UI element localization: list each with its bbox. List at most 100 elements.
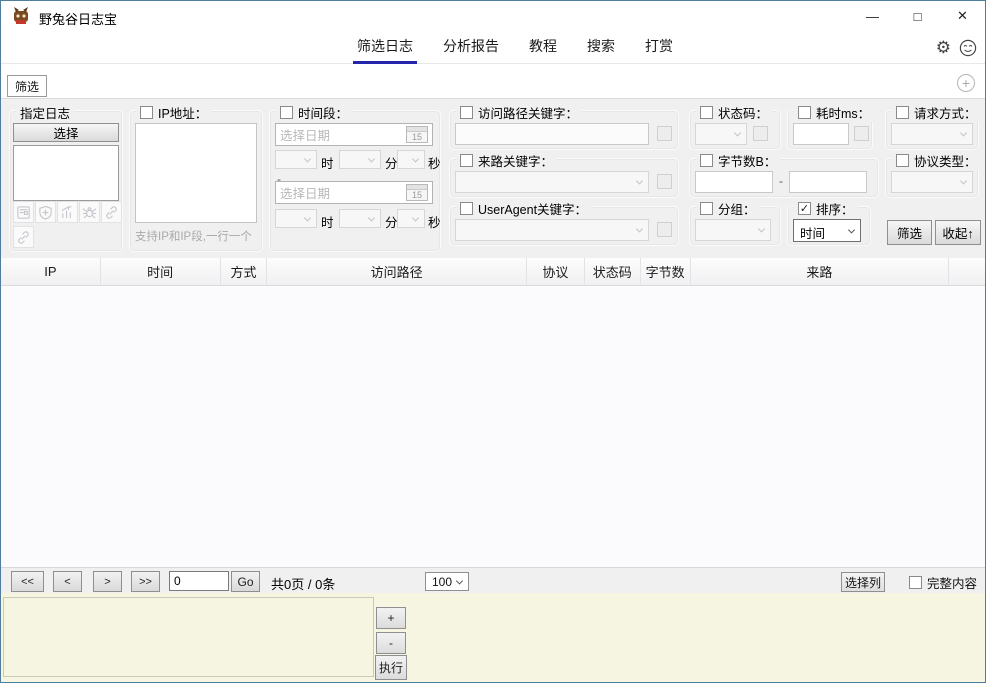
minus-button[interactable]: -: [376, 632, 406, 654]
end-date-placeholder: 选择日期: [280, 183, 406, 202]
link-icon[interactable]: [101, 201, 122, 223]
column-ip[interactable]: IP: [1, 258, 101, 285]
menu-right-icons: ⚙: [936, 31, 977, 64]
column-bytes[interactable]: 字节数: [641, 258, 691, 285]
column-status[interactable]: 状态码: [585, 258, 641, 285]
full-content-toggle: 完整内容: [909, 573, 977, 592]
log-group-label: 指定日志: [20, 103, 70, 122]
referer-keyword-checkbox[interactable]: [460, 154, 473, 167]
status-code-select[interactable]: [695, 123, 747, 145]
ip-textarea[interactable]: [135, 123, 257, 223]
spider-icon[interactable]: [79, 201, 100, 223]
filter-panel: 指定日志 选择 IP地址： 支持IP和IP段,一行一个 时间段： 选择日期: [1, 98, 985, 258]
select-columns-button[interactable]: 选择列: [841, 572, 885, 592]
sort-select[interactable]: 时间: [793, 219, 861, 242]
next-page-button[interactable]: >: [93, 571, 122, 592]
referer-keyword-label: 来路关键字：: [478, 151, 553, 170]
calendar-icon-2[interactable]: 15: [406, 184, 428, 201]
bytes-checkbox[interactable]: [700, 154, 713, 167]
tab-analysis-report[interactable]: 分析报告: [439, 31, 503, 64]
path-keyword-option-button[interactable]: [657, 126, 672, 141]
end-second-select[interactable]: [397, 209, 425, 228]
execute-button[interactable]: 执行: [375, 655, 407, 680]
add-tab-icon[interactable]: +: [957, 74, 975, 92]
menu-bar: 筛选日志 分析报告 教程 搜索 打赏 ⚙: [1, 31, 985, 64]
groupby-checkbox[interactable]: [700, 202, 713, 215]
tab-search[interactable]: 搜索: [583, 31, 619, 64]
protocol-select[interactable]: [891, 171, 973, 193]
title-bar: 野兔谷日志宝 — □ ✕: [1, 1, 985, 31]
ip-checkbox[interactable]: [140, 106, 153, 119]
groupby-select[interactable]: [695, 219, 771, 241]
useragent-keyword-checkbox[interactable]: [460, 202, 473, 215]
page-number-input[interactable]: [169, 571, 229, 591]
page-size-select[interactable]: 100: [425, 572, 469, 591]
bytes-min-input[interactable]: [695, 171, 773, 193]
calendar-icon[interactable]: 15: [406, 126, 428, 143]
method-label: 请求方式：: [914, 103, 977, 122]
start-date-input[interactable]: 选择日期 15: [275, 123, 433, 146]
column-referer[interactable]: 来路: [691, 258, 949, 285]
settings-gear-icon[interactable]: ⚙: [936, 39, 951, 56]
plus-button[interactable]: +: [376, 607, 406, 629]
filter-tab[interactable]: 筛选: [7, 75, 47, 97]
elapsed-option-button[interactable]: [854, 126, 869, 141]
column-time[interactable]: 时间: [101, 258, 221, 285]
page-size-value: 100: [432, 575, 452, 589]
smiley-face-icon[interactable]: [959, 39, 977, 57]
end-date-input[interactable]: 选择日期 15: [275, 181, 433, 204]
start-minute-select[interactable]: [339, 150, 381, 169]
sort-checkbox[interactable]: ✓: [798, 202, 811, 215]
elapsed-input[interactable]: [793, 123, 849, 145]
full-content-checkbox[interactable]: [909, 576, 922, 589]
protocol-label: 协议类型：: [914, 151, 977, 170]
maximize-button[interactable]: □: [895, 1, 940, 31]
bytes-max-input[interactable]: [789, 171, 867, 193]
tab-tutorial[interactable]: 教程: [525, 31, 561, 64]
elapsed-checkbox[interactable]: [798, 106, 811, 119]
app-logo-icon: [11, 6, 31, 26]
hour-label: 时: [321, 153, 334, 172]
method-checkbox[interactable]: [896, 106, 909, 119]
chart-icon[interactable]: [57, 201, 78, 223]
tab-filter-log[interactable]: 筛选日志: [353, 31, 417, 64]
column-method[interactable]: 方式: [221, 258, 268, 285]
status-code-option-button[interactable]: [753, 126, 768, 141]
useragent-keyword-select[interactable]: [455, 219, 649, 241]
path-keyword-checkbox[interactable]: [460, 106, 473, 119]
referer-keyword-select[interactable]: [455, 171, 649, 193]
link2-icon[interactable]: [13, 226, 34, 248]
go-button[interactable]: Go: [231, 571, 260, 592]
start-second-select[interactable]: [397, 150, 425, 169]
shield-plus-icon[interactable]: [35, 201, 56, 223]
bottom-left-pane[interactable]: [3, 597, 374, 677]
protocol-checkbox[interactable]: [896, 154, 909, 167]
close-button[interactable]: ✕: [940, 1, 985, 31]
full-content-label: 完整内容: [927, 573, 977, 592]
log-file-icon[interactable]: [13, 201, 34, 223]
tab-strip: 筛选 +: [1, 64, 985, 98]
tab-donate[interactable]: 打赏: [641, 31, 677, 64]
useragent-keyword-option-button[interactable]: [657, 222, 672, 237]
filter-button[interactable]: 筛选: [887, 220, 932, 245]
method-select[interactable]: [891, 123, 973, 145]
column-path[interactable]: 访问路径: [267, 258, 526, 285]
collapse-button[interactable]: 收起↑: [935, 220, 981, 245]
groupby-label: 分组：: [718, 199, 756, 218]
referer-keyword-option-button[interactable]: [657, 174, 672, 189]
sort-value: 时间: [800, 227, 825, 241]
end-hour-select[interactable]: [275, 209, 317, 228]
select-log-button[interactable]: 选择: [13, 123, 119, 142]
start-hour-select[interactable]: [275, 150, 317, 169]
time-checkbox[interactable]: [280, 106, 293, 119]
status-code-checkbox[interactable]: [700, 106, 713, 119]
end-minute-select[interactable]: [339, 209, 381, 228]
prev-page-button[interactable]: <: [53, 571, 82, 592]
log-listbox[interactable]: [13, 145, 119, 201]
last-page-button[interactable]: >>: [131, 571, 160, 592]
column-protocol[interactable]: 协议: [527, 258, 585, 285]
bottom-panel: + - 执行: [1, 593, 985, 682]
path-keyword-input[interactable]: [455, 123, 649, 145]
minimize-button[interactable]: —: [850, 1, 895, 31]
first-page-button[interactable]: <<: [11, 571, 44, 592]
